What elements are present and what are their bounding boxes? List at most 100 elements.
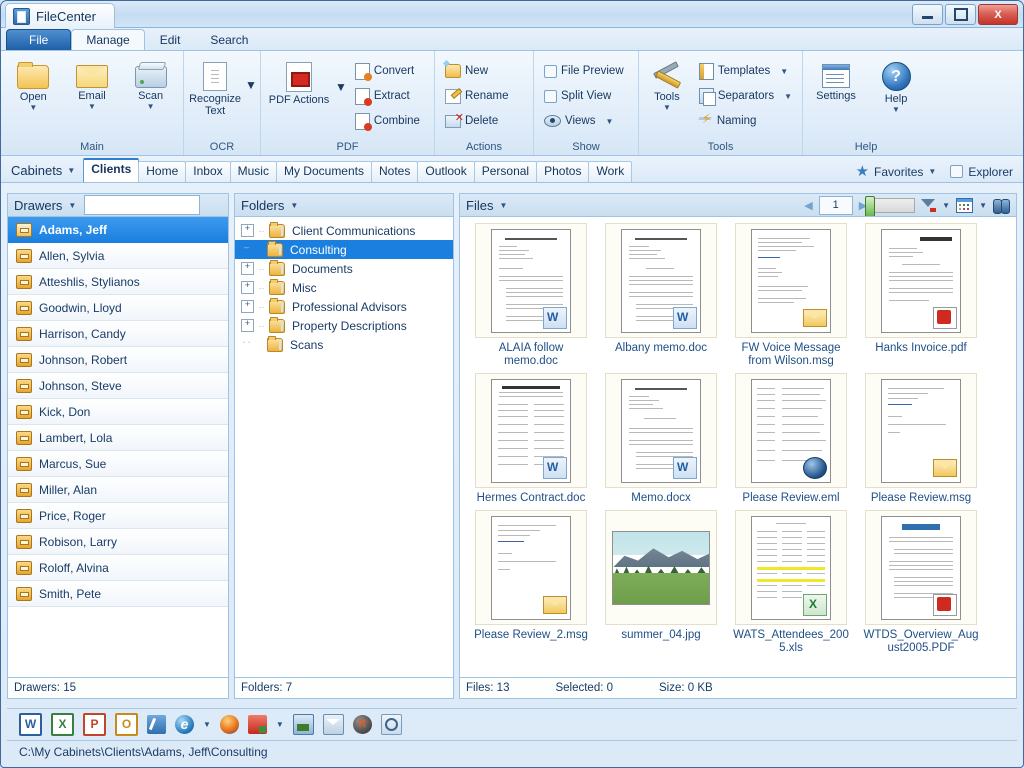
minimize-button[interactable]	[912, 4, 943, 25]
filter-icon[interactable]	[921, 199, 936, 212]
file-item[interactable]: FW Voice Message from Wilson.msg	[729, 223, 853, 368]
drawer-item[interactable]: Allen, Sylvia	[8, 243, 228, 269]
filter-caret-icon[interactable]: ▼	[942, 201, 950, 210]
paint-app-icon[interactable]	[147, 715, 166, 734]
tools-caret-icon[interactable]: ▼	[663, 104, 671, 112]
recorder-app-icon[interactable]	[353, 715, 372, 734]
templates-caret-icon[interactable]: ▼	[780, 67, 788, 76]
firefox-app-icon[interactable]	[220, 715, 239, 734]
cabinet-tab-outlook[interactable]: Outlook	[417, 161, 474, 182]
help-caret-icon[interactable]: ▼	[892, 106, 900, 114]
mail-client-app-icon[interactable]	[323, 714, 344, 735]
file-item[interactable]: Please Review.msg	[859, 373, 983, 505]
cabinet-tab-clients[interactable]: Clients	[83, 158, 139, 182]
help-button[interactable]: ? Help ▼	[868, 56, 924, 115]
open-caret-icon[interactable]: ▼	[29, 104, 37, 112]
drawer-item[interactable]: Marcus, Sue	[8, 451, 228, 477]
open-button[interactable]: Open ▼	[5, 56, 61, 113]
separators-caret-icon[interactable]: ▼	[784, 92, 792, 101]
acrobat-caret-icon[interactable]: ▼	[276, 720, 284, 729]
internet-explorer-app-icon[interactable]	[175, 715, 194, 734]
views-button[interactable]: Views ▼	[538, 109, 630, 133]
recognize-text-button[interactable]: Recognize Text	[187, 56, 243, 118]
folder-item[interactable]: +·· Professional Advisors	[235, 297, 453, 316]
checkbox-icon[interactable]	[950, 165, 963, 178]
drawer-item[interactable]: Goodwin, Lloyd	[8, 295, 228, 321]
binoculars-icon[interactable]	[993, 199, 1010, 212]
rename-button[interactable]: Rename	[439, 84, 514, 108]
drawer-item[interactable]: Price, Roger	[8, 503, 228, 529]
folders-menu-caret-icon[interactable]: ▼	[290, 201, 298, 210]
drawer-item[interactable]: Atteshlis, Stylianos	[8, 269, 228, 295]
file-item[interactable]: Please Review.eml	[729, 373, 853, 505]
explorer-toggle[interactable]: Explorer	[950, 165, 1013, 179]
checkbox-icon[interactable]	[544, 65, 557, 78]
drawer-item[interactable]: Johnson, Steve	[8, 373, 228, 399]
view-mode-icon[interactable]	[956, 198, 973, 213]
drawer-item[interactable]: Kick, Don	[8, 399, 228, 425]
chevron-down-icon[interactable]: ▼	[67, 166, 75, 175]
pdf-actions-caret-icon[interactable]: ▼	[335, 80, 347, 94]
files-grid-container[interactable]: ALAIA follow memo.doc	[459, 216, 1017, 678]
folder-item[interactable]: +·· Misc	[235, 278, 453, 297]
email-caret-icon[interactable]: ▼	[88, 103, 96, 111]
expand-icon[interactable]: +	[241, 300, 254, 313]
drawer-item[interactable]: Robison, Larry	[8, 529, 228, 555]
cabinets-menu[interactable]: Cabinets ▼	[9, 158, 83, 182]
files-menu-caret-icon[interactable]: ▼	[499, 201, 507, 210]
drawer-item[interactable]: Adams, Jeff	[8, 217, 228, 243]
folder-item[interactable]: ·· Scans	[235, 335, 453, 354]
settings-button[interactable]: Settings	[808, 56, 864, 103]
pdf-convert-button[interactable]: Convert	[349, 59, 426, 83]
new-button[interactable]: New	[439, 59, 514, 83]
drawers-menu-caret-icon[interactable]: ▼	[68, 201, 76, 210]
drawer-search-input[interactable]	[84, 195, 200, 215]
internet-explorer-caret-icon[interactable]: ▼	[203, 720, 211, 729]
email-button[interactable]: Email ▼	[64, 56, 120, 112]
cabinet-tab-music[interactable]: Music	[230, 161, 277, 182]
recognize-text-caret-icon[interactable]: ▼	[245, 78, 257, 92]
expand-icon[interactable]: +	[241, 319, 254, 332]
cabinet-tab-inbox[interactable]: Inbox	[185, 161, 230, 182]
delete-button[interactable]: Delete	[439, 109, 514, 133]
file-item[interactable]: Hermes Contract.doc	[469, 373, 593, 505]
file-item[interactable]: ALAIA follow memo.doc	[469, 223, 593, 368]
naming-button[interactable]: Naming	[693, 109, 798, 133]
powerpoint-app-icon[interactable]: P	[83, 713, 106, 736]
file-item[interactable]: Albany memo.doc	[599, 223, 723, 368]
file-item[interactable]: summer_04.jpg	[599, 510, 723, 655]
tab-search[interactable]: Search	[195, 29, 263, 50]
cabinet-tab-notes[interactable]: Notes	[371, 161, 418, 182]
prev-page-icon[interactable]: ◀	[804, 199, 812, 212]
scan-button[interactable]: Scan ▼	[123, 56, 179, 112]
cabinet-tab-my-documents[interactable]: My Documents	[276, 161, 372, 182]
views-caret-icon[interactable]: ▼	[605, 117, 613, 126]
file-item[interactable]: Please Review_2.msg	[469, 510, 593, 655]
word-app-icon[interactable]: W	[19, 713, 42, 736]
cabinet-tab-home[interactable]: Home	[138, 161, 186, 182]
drawer-item[interactable]: Harrison, Candy	[8, 321, 228, 347]
tab-manage[interactable]: Manage	[71, 29, 144, 50]
split-view-toggle[interactable]: Split View	[538, 84, 630, 108]
favorites-button[interactable]: ★ Favorites ▼	[856, 164, 937, 179]
tools-button[interactable]: Tools ▼	[643, 56, 691, 113]
folder-item[interactable]: +·· Property Descriptions	[235, 316, 453, 335]
pdf-combine-button[interactable]: Combine	[349, 109, 426, 133]
checkbox-icon[interactable]	[544, 90, 557, 103]
file-item[interactable]: Memo.docx	[599, 373, 723, 505]
folder-item[interactable]: — Consulting	[235, 240, 453, 259]
expand-icon[interactable]: +	[241, 224, 254, 237]
favorites-caret-icon[interactable]: ▼	[928, 167, 936, 176]
drawer-item[interactable]: Roloff, Alvina	[8, 555, 228, 581]
cabinet-tab-photos[interactable]: Photos	[536, 161, 589, 182]
folder-item[interactable]: +·· Documents	[235, 259, 453, 278]
excel-app-icon[interactable]: X	[51, 713, 74, 736]
drawer-item[interactable]: Johnson, Robert	[8, 347, 228, 373]
drawer-item[interactable]: Smith, Pete	[8, 581, 228, 607]
drawers-list[interactable]: Adams, Jeff Allen, Sylvia Atteshlis, Sty…	[7, 216, 229, 678]
onenote-app-icon[interactable]: O	[115, 713, 138, 736]
pdf-extract-button[interactable]: Extract	[349, 84, 426, 108]
page-number-input[interactable]: 1	[819, 196, 853, 215]
file-item[interactable]: WTDS_Overview_August2005.PDF	[859, 510, 983, 655]
acrobat-app-icon[interactable]	[248, 715, 267, 734]
